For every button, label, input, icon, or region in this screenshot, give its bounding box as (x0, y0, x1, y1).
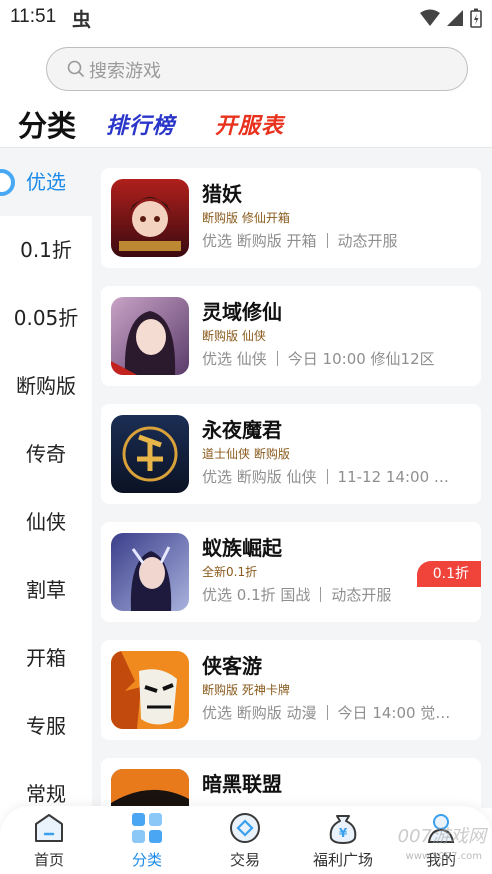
nav-label: 分类 (131, 851, 162, 869)
sidebar-item-legend[interactable]: 传奇 (0, 420, 92, 488)
game-tags: 优选 0.1折 国战 (202, 586, 311, 604)
search-placeholder: 搜索游戏 (89, 61, 161, 82)
nav-category[interactable]: 分类 (98, 806, 196, 874)
game-icon (111, 179, 189, 257)
sidebar-item-mowing[interactable]: 割草 (0, 556, 92, 624)
sidebar-item-label: 割草 (26, 578, 66, 602)
game-card[interactable]: 蚁族崛起 全新0.1折 优选 0.1折 国战 动态开服 0.1折 (101, 522, 481, 622)
game-subtitle: 全新0.1折 (202, 565, 258, 579)
game-list: 猎妖 断购版 修仙开箱 优选 断购版 开箱 动态开服 灵域修仙 断购版 仙侠 优选… (92, 148, 492, 808)
category-sidebar: 优选 0.1折 0.05折 断购版 传奇 仙侠 割草 开箱 专服 常规 (0, 148, 92, 808)
game-subtitle: 断购版 修仙开箱 (202, 211, 290, 225)
sidebar-item-label: 优选 (26, 170, 66, 194)
nav-welfare[interactable]: ¥ 福利广场 (294, 806, 392, 874)
game-card[interactable]: 猎妖 断购版 修仙开箱 优选 断购版 开箱 动态开服 (101, 168, 481, 268)
game-name: 暗黑联盟 (202, 772, 282, 796)
sidebar-item-label: 传奇 (26, 442, 66, 466)
game-server-info: 11-12 14:00 … (337, 468, 449, 486)
sidebar-item-label: 仙侠 (26, 510, 66, 534)
sidebar-item-dedicated-server[interactable]: 专服 (0, 692, 92, 760)
game-tags: 优选 断购版 开箱 (202, 232, 317, 250)
status-icons (420, 7, 482, 29)
game-name: 蚁族崛起 (202, 536, 282, 560)
sidebar-item-label: 专服 (26, 714, 66, 738)
game-tags: 优选 仙侠 (202, 350, 267, 368)
game-server-info: 动态开服 (337, 232, 398, 250)
game-server-info: 今日 10:00 修仙12区 (287, 350, 435, 368)
category-grid-icon (132, 813, 162, 843)
tab-category[interactable]: 分类 (18, 103, 76, 145)
game-meta: 优选 断购版 开箱 动态开服 (202, 230, 474, 251)
nav-trade[interactable]: 交易 (196, 806, 294, 874)
top-tabs: 分类 排行榜 开服表 (0, 100, 492, 146)
signal-icon (447, 10, 463, 26)
status-time: 11:51 (10, 6, 57, 27)
game-meta: 优选 断购版 仙侠 11-12 14:00 … (202, 466, 474, 487)
game-subtitle: 断购版 仙侠 (202, 329, 266, 343)
game-icon (111, 415, 189, 493)
game-meta: 优选 仙侠 今日 10:00 修仙12区 (202, 348, 474, 369)
game-subtitle: 道士仙侠 断购版 (202, 447, 290, 461)
game-name: 侠客游 (202, 654, 262, 678)
game-server-info: 动态开服 (331, 586, 392, 604)
nav-label: 交易 (229, 851, 260, 869)
tab-ranking[interactable]: 排行榜 (106, 108, 175, 140)
sidebar-item-label: 断购版 (16, 374, 76, 398)
game-card[interactable]: 暗黑联盟 (101, 758, 481, 808)
money-bag-icon: ¥ (329, 815, 357, 844)
status-bar: 11:51 虫 (0, 0, 492, 36)
game-name: 永夜魔君 (202, 418, 282, 442)
wifi-icon (420, 9, 440, 26)
debug-bug-icon: 虫 (72, 9, 92, 31)
game-subtitle: 断购版 死神卡牌 (202, 683, 290, 697)
watermark-text: 007游戏网 (397, 826, 486, 847)
game-meta: 优选 0.1折 国战 动态开服 (202, 584, 474, 605)
game-icon (111, 769, 189, 808)
sidebar-item-regular[interactable]: 常规 (0, 760, 92, 808)
game-name: 猎妖 (202, 182, 242, 206)
game-server-info: 今日 14:00 觉… (337, 704, 451, 722)
game-card[interactable]: 侠客游 断购版 死神卡牌 优选 断购版 动漫 今日 14:00 觉… (101, 640, 481, 740)
nav-home[interactable]: 首页 (0, 806, 98, 874)
sidebar-item-0-05-discount[interactable]: 0.05折 (0, 284, 92, 352)
sidebar-item-label: 0.05折 (13, 306, 79, 330)
discount-badge: 0.1折 (416, 561, 481, 587)
search-icon (67, 60, 85, 78)
sidebar-item-0-1-discount[interactable]: 0.1折 (0, 216, 92, 284)
tab-server-list[interactable]: 开服表 (215, 108, 284, 140)
sidebar-item-label: 常规 (26, 782, 66, 806)
sidebar-item-label: 0.1折 (20, 238, 72, 262)
sidebar-item-buyout[interactable]: 断购版 (0, 352, 92, 420)
search-input[interactable]: 搜索游戏 (46, 47, 468, 91)
game-icon (111, 297, 189, 375)
sidebar-item-label: 开箱 (26, 646, 66, 670)
nav-label: 福利广场 (312, 851, 373, 869)
game-card[interactable]: 灵域修仙 断购版 仙侠 优选 仙侠 今日 10:00 修仙12区 (101, 286, 481, 386)
home-icon (35, 814, 63, 842)
sidebar-item-box-opening[interactable]: 开箱 (0, 624, 92, 692)
game-icon (111, 651, 189, 729)
nav-label: 首页 (33, 851, 64, 869)
game-icon (111, 533, 189, 611)
game-meta: 优选 断购版 动漫 今日 14:00 觉… (202, 702, 474, 723)
sidebar-item-xianxia[interactable]: 仙侠 (0, 488, 92, 556)
game-tags: 优选 断购版 仙侠 (202, 468, 317, 486)
active-indicator-icon (0, 169, 15, 196)
sidebar-item-youxuan[interactable]: 优选 (0, 148, 92, 216)
game-card[interactable]: 永夜魔君 道士仙侠 断购版 优选 断购版 仙侠 11-12 14:00 … (101, 404, 481, 504)
battery-icon (470, 8, 482, 28)
game-tags: 优选 断购版 动漫 (202, 704, 317, 722)
svg-text:¥: ¥ (339, 826, 348, 840)
trade-icon (230, 813, 260, 843)
game-name: 灵域修仙 (202, 300, 282, 324)
watermark-url: www.y007.com (405, 851, 482, 862)
